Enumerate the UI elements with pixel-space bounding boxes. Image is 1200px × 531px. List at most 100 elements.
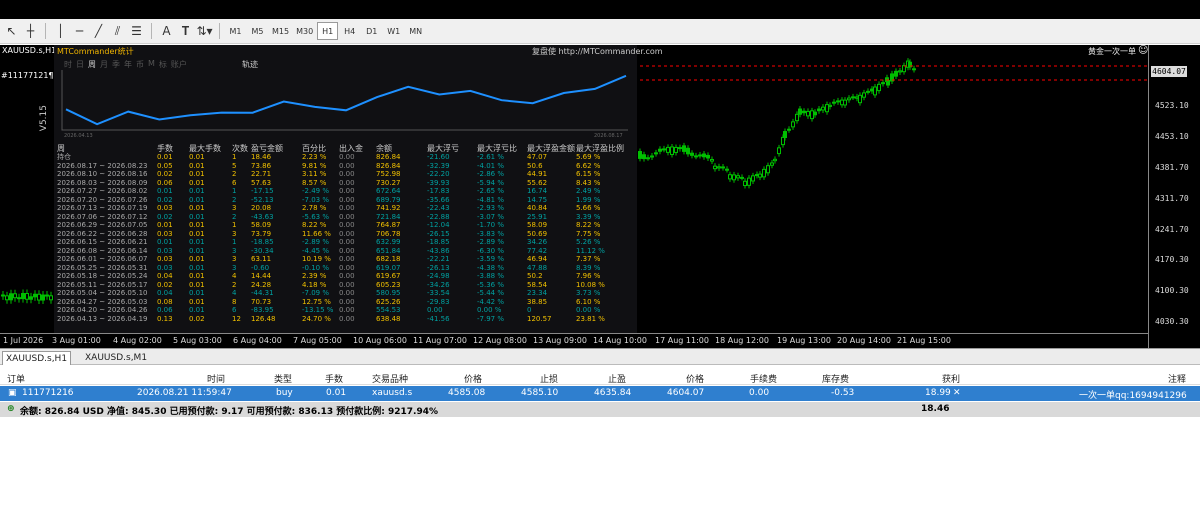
stats-cell: 0.01 — [189, 221, 205, 229]
stats-cell: -3.83 % — [477, 229, 504, 238]
stats-cell: 0.00 — [339, 212, 355, 221]
timeframe-d1[interactable]: D1 — [361, 22, 382, 40]
crosshair-icon[interactable]: ┼ — [21, 22, 40, 41]
tab-xauusd-m1[interactable]: XAUUSD.s,M1 — [82, 351, 150, 365]
price-chart[interactable]: XAUUSD.s,H1 #11177121¶ 黄金一次一单 ☺ V5.15 MT… — [0, 45, 1200, 348]
stats-cell: -44.31 — [251, 289, 274, 297]
time-label: 6 Aug 04:00 — [233, 336, 282, 345]
candle — [638, 148, 642, 162]
stats-cell: 12.75 % — [302, 297, 331, 306]
candle — [821, 104, 825, 113]
vertical-line-icon[interactable]: │ — [51, 22, 70, 41]
text-icon[interactable]: A — [157, 22, 176, 41]
timeframe-h1[interactable]: H1 — [317, 22, 339, 40]
header-open-price[interactable]: 价格 — [464, 372, 482, 385]
stats-cell: -4.45 % — [302, 246, 329, 255]
text-label-icon[interactable]: 𝐓 — [176, 22, 195, 41]
stats-cell: 9.81 % — [302, 161, 327, 170]
stats-cell: 0.04 — [157, 289, 173, 297]
stats-cell: 2026.06.29 ~ 2026.07.05 — [57, 221, 148, 229]
stats-cell: 6.10 % — [576, 297, 601, 306]
candle — [802, 108, 806, 116]
stats-cell: -13.15 % — [302, 306, 334, 314]
stats-cell: 0.01 — [157, 153, 173, 161]
stats-cell: 2 — [232, 280, 237, 289]
stats-cell: -5.36 % — [477, 280, 504, 289]
stats-cell: 0.01 — [157, 238, 173, 246]
header-swap[interactable]: 库存费 — [822, 372, 849, 385]
timeframe-h4[interactable]: H4 — [339, 22, 360, 40]
stats-cell: 0.01 — [189, 229, 205, 238]
timeframe-m5[interactable]: M5 — [247, 22, 268, 40]
timeframe-m15[interactable]: M15 — [269, 22, 292, 40]
trendline-icon[interactable]: ╱ — [89, 22, 108, 41]
stats-cell: 8.22 % — [302, 221, 327, 229]
candle — [747, 175, 751, 189]
stats-cell: 0.01 — [189, 297, 205, 306]
stats-cell: -2.61 % — [477, 153, 504, 161]
stats-cell: 0.08 — [157, 297, 173, 306]
stats-cell: 0.00 — [339, 204, 355, 212]
header-time[interactable]: 时间 — [207, 372, 225, 385]
timeframe-m30[interactable]: M30 — [293, 22, 316, 40]
candle — [694, 152, 698, 160]
timeframe-w1[interactable]: W1 — [383, 22, 404, 40]
cursor-icon[interactable]: ↖ — [2, 22, 21, 41]
stats-cell: 持仓 — [57, 153, 71, 161]
stats-cell: 0.01 — [189, 238, 205, 246]
stats-cell: 0.01 — [189, 195, 205, 204]
header-stop-loss[interactable]: 止损 — [540, 372, 558, 385]
stats-cell: 2026.07.06 ~ 2026.07.12 — [57, 212, 148, 221]
stats-cell: 0.03 — [157, 204, 173, 212]
stats-cell: 23.81 % — [576, 314, 605, 323]
timeframe-m1[interactable]: M1 — [225, 22, 246, 40]
candle — [766, 162, 770, 176]
stats-cell: -7.97 % — [477, 314, 504, 323]
time-label: 1 Jul 2026 — [3, 336, 44, 345]
header-type[interactable]: 类型 — [274, 372, 292, 385]
arrows-icon[interactable]: ⇅▾ — [195, 22, 214, 41]
stats-cell: 24.28 — [251, 280, 272, 289]
close-order-icon[interactable]: ✕ — [953, 388, 961, 398]
stats-cell: -1.70 % — [477, 221, 504, 229]
channel-icon[interactable]: ⫽ — [108, 22, 127, 41]
candle — [650, 152, 654, 161]
order-comment: 一次一单qq:1694941296 — [1079, 391, 1187, 401]
stats-cell: 2026.04.20 ~ 2026.04.26 — [57, 306, 148, 314]
stats-cell: -43.63 — [251, 212, 274, 221]
stats-cell: 0.01 — [189, 272, 205, 280]
candle — [654, 149, 658, 157]
header-commission[interactable]: 手续费 — [750, 372, 777, 385]
order-row[interactable]: ▣ 111771216 2026.08.21 11:59:47 buy 0.01… — [0, 386, 1200, 401]
stats-cell: 44.91 — [527, 170, 548, 178]
panel-site-link[interactable]: 复盘使 http://MTCommander.com — [532, 46, 663, 57]
time-label: 19 Aug 13:00 — [777, 336, 831, 345]
header-price[interactable]: 价格 — [686, 372, 704, 385]
candle — [721, 163, 725, 171]
tab-xauusd-h1[interactable]: XAUUSD.s,H1 — [2, 351, 72, 365]
total-profit: 18.46 — [921, 404, 950, 414]
candle — [843, 97, 847, 108]
header-profit[interactable]: 获利 — [942, 372, 960, 385]
header-symbol[interactable]: 交易品种 — [372, 372, 408, 385]
fibonacci-icon[interactable]: ☰ — [127, 22, 146, 41]
header-comment[interactable]: 注释 — [1168, 372, 1186, 385]
stats-cell: 619.07 — [376, 263, 401, 272]
stats-cell: -2.89 % — [302, 238, 329, 246]
header-take-profit[interactable]: 止盈 — [608, 372, 626, 385]
stats-cell: 0.00 — [339, 280, 355, 289]
horizontal-line-icon[interactable]: ─ — [70, 22, 89, 41]
header-lots[interactable]: 手数 — [325, 372, 343, 385]
stats-cell: -4.01 % — [477, 161, 504, 170]
stats-cell: 2026.04.13 ~ 2026.04.19 — [57, 314, 148, 323]
stats-cell: -7.09 % — [302, 289, 329, 297]
stats-cell: 0.00 — [339, 153, 355, 161]
timeframe-mn[interactable]: MN — [405, 22, 426, 40]
stats-cell: 0.01 — [189, 280, 205, 289]
time-label: 18 Aug 12:00 — [715, 336, 769, 345]
stats-cell: -32.39 — [427, 161, 450, 170]
header-order[interactable]: 订单 — [7, 372, 25, 385]
price-label: 4604.07 — [1151, 66, 1187, 77]
stats-cell: 24.70 % — [302, 314, 331, 323]
stats-cell: 0.03 — [157, 246, 173, 255]
